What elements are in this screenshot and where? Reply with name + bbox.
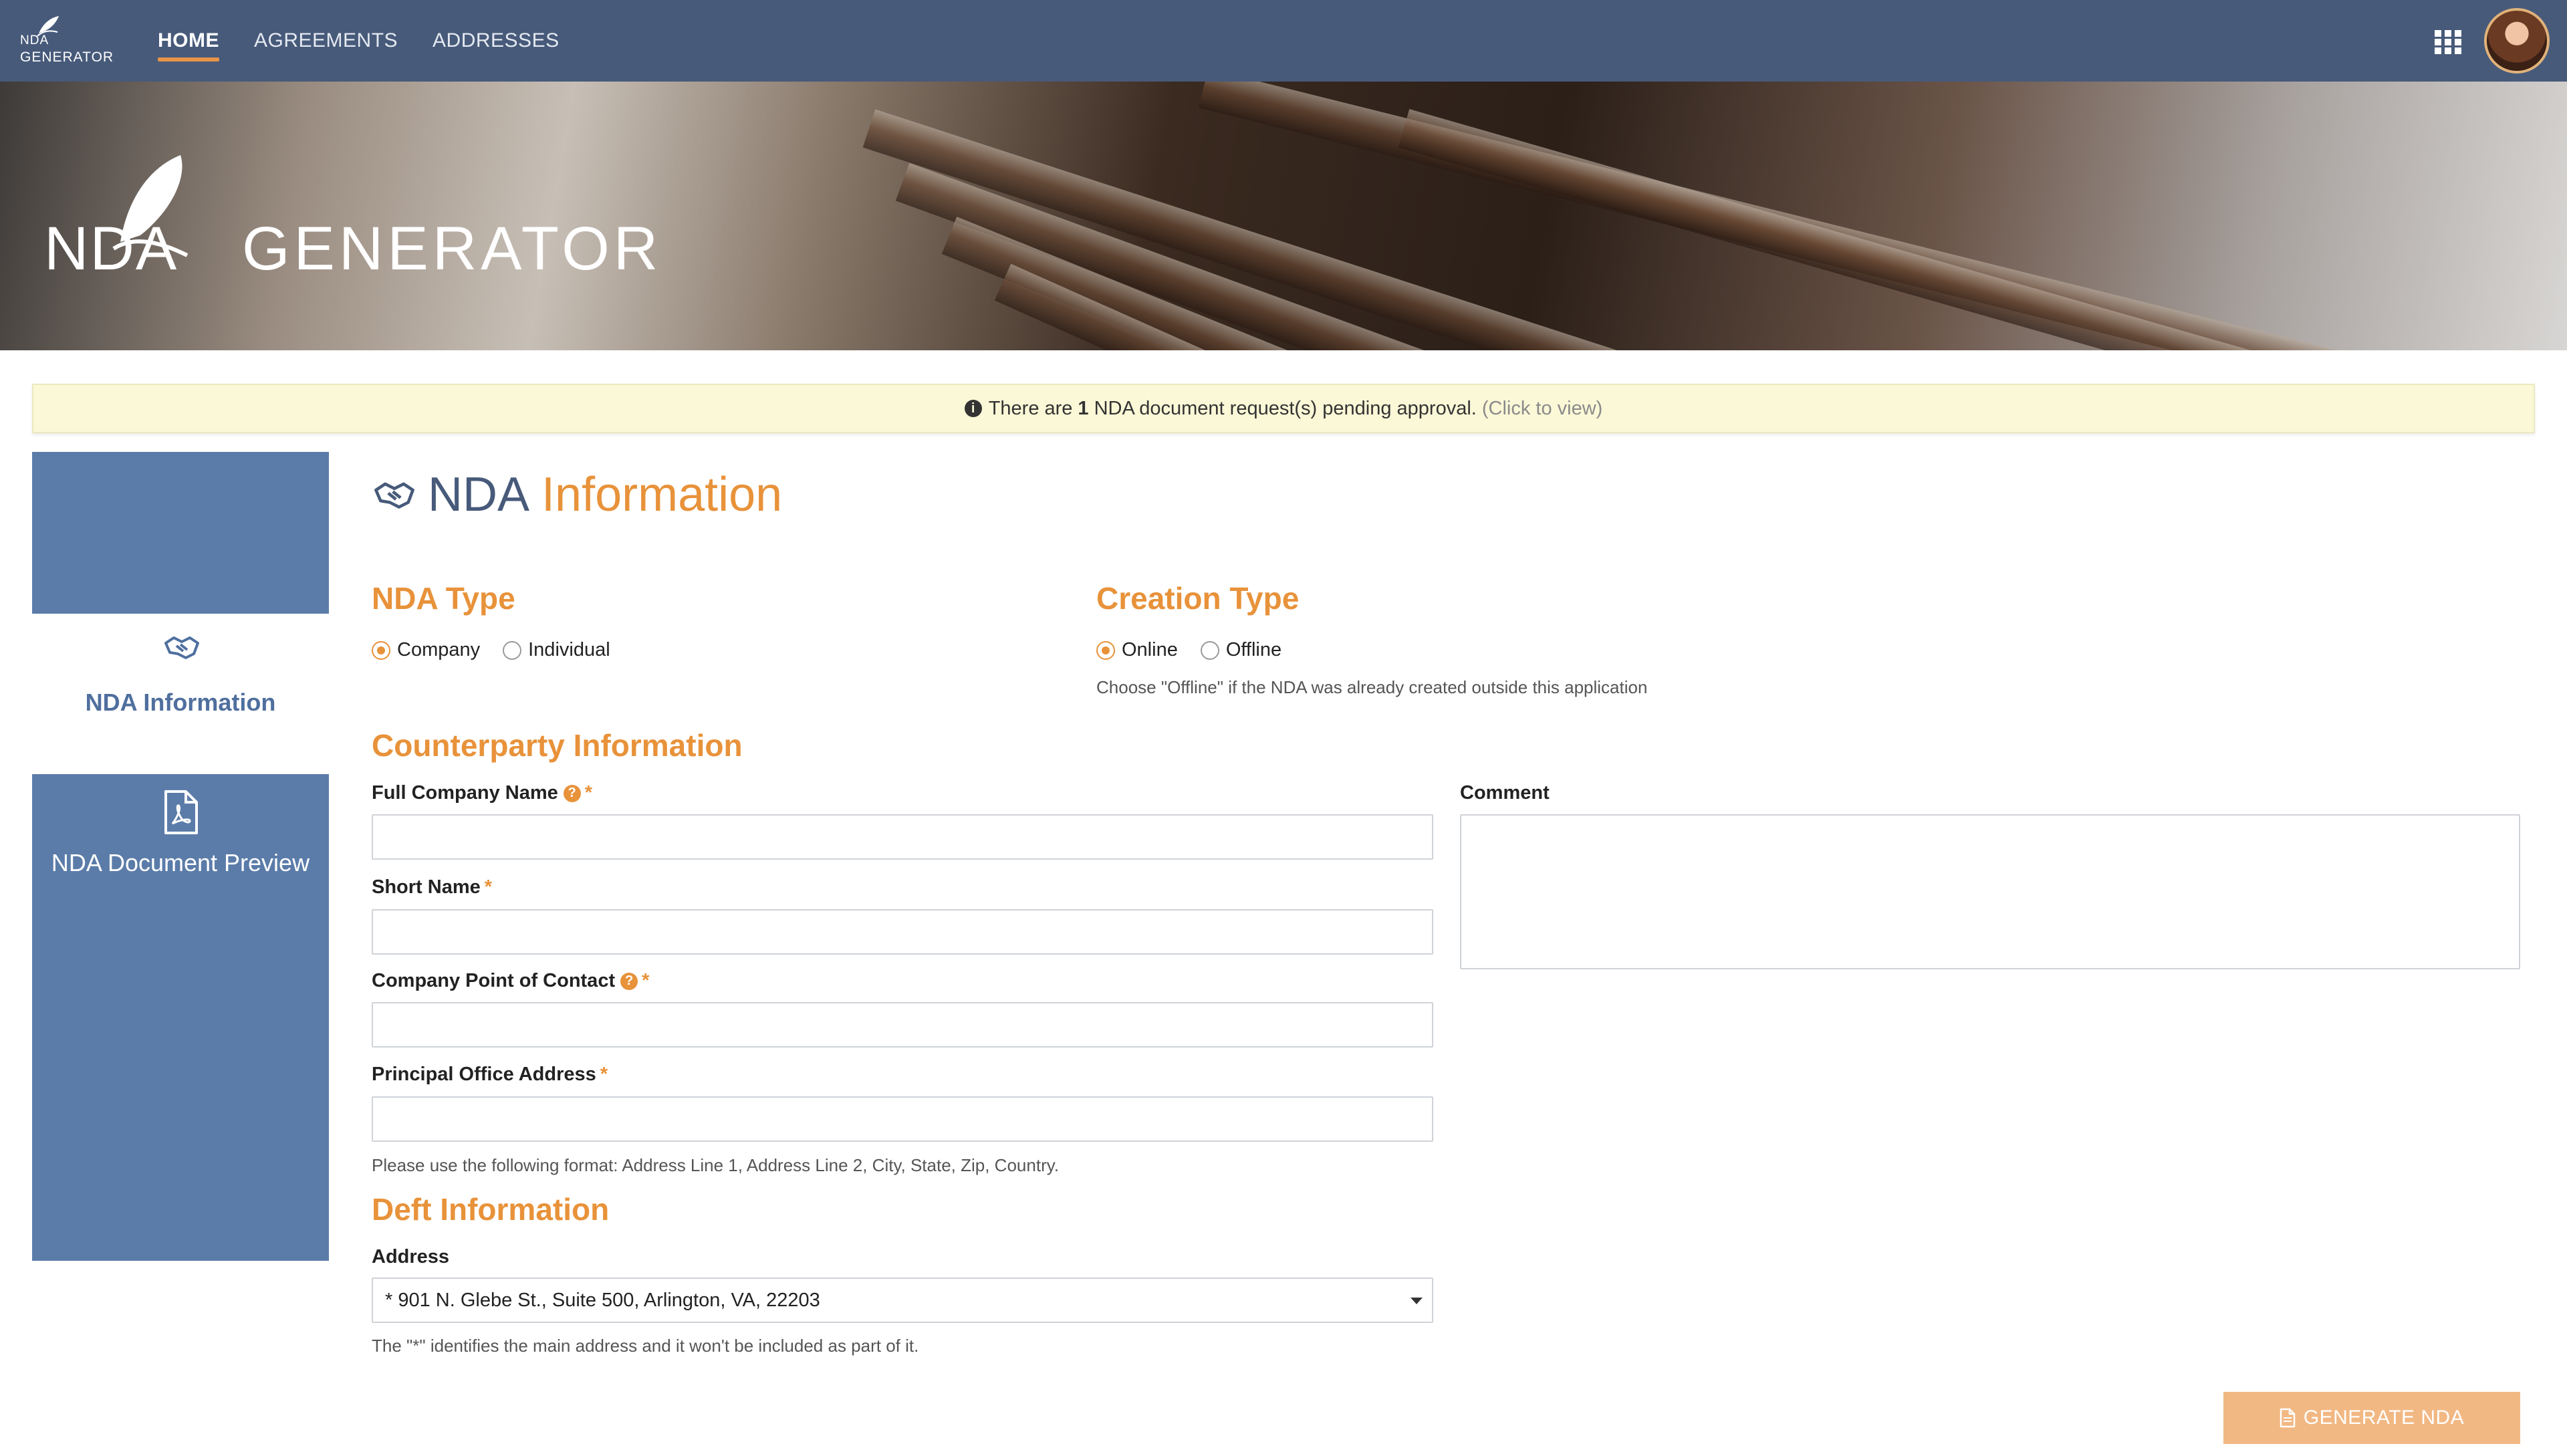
deft-info-title: Deft Information [372, 1192, 610, 1227]
info-icon: i [964, 400, 982, 417]
user-avatar[interactable] [2484, 8, 2550, 74]
deft-address-label: Address [372, 1246, 449, 1268]
radio-online-label[interactable]: Online [1122, 639, 1178, 661]
creation-type-hint: Choose "Offline" if the NDA was already … [1096, 677, 1648, 697]
field-label-text: Principal Office Address [372, 1064, 596, 1085]
help-icon[interactable]: ? [620, 972, 638, 990]
required-asterisk: * [600, 1064, 608, 1085]
handshake-icon [374, 482, 414, 509]
principal-office-hint: Please use the following format: Address… [372, 1155, 1060, 1175]
nav-addresses[interactable]: ADDRESSES [433, 24, 560, 57]
full-company-name-label: Full Company Name ? * [372, 782, 592, 804]
principal-office-input[interactable] [372, 1096, 1433, 1142]
radio-company-label[interactable]: Company [397, 639, 480, 661]
pdf-file-icon [164, 790, 198, 834]
full-company-name-input[interactable] [372, 814, 1433, 860]
field-label-text: Company Point of Contact [372, 970, 616, 991]
help-icon[interactable]: ? [563, 784, 581, 802]
sidebar-item-label: NDA Information [85, 689, 276, 716]
sidebar-item-nda-information[interactable]: NDA Information [32, 614, 329, 774]
required-asterisk: * [484, 876, 493, 898]
counterparty-title: Counterparty Information [372, 728, 743, 763]
page-title-secondary: Information [541, 468, 783, 521]
sidebar-header-block [32, 452, 329, 614]
select-value: * 901 N. Glebe St., Suite 500, Arlington… [385, 1289, 820, 1311]
generate-nda-label: GENERATE NDA [2303, 1407, 2465, 1429]
alert-count: 1 [1078, 397, 1089, 419]
field-label-text: Address [372, 1246, 450, 1267]
sidebar-item-nda-document-preview[interactable]: NDA Document Preview [32, 774, 329, 1261]
comment-label: Comment [1460, 782, 1550, 804]
logo-text-generator: GENERATOR [20, 49, 114, 65]
short-name-label: Short Name * [372, 876, 492, 898]
nda-type-radio-group: Company Individual [372, 639, 633, 661]
document-icon [2280, 1408, 2295, 1428]
radio-company[interactable] [372, 640, 390, 660]
chevron-down-icon [1411, 1298, 1423, 1304]
alert-message: NDA document request(s) pending approval… [1094, 397, 1477, 419]
logo-text-nda: NDA [20, 33, 49, 47]
nav-agreements[interactable]: AGREEMENTS [254, 24, 398, 57]
page-title: NDA Information [372, 468, 782, 521]
radio-individual-label[interactable]: Individual [528, 639, 610, 661]
principal-office-label: Principal Office Address * [372, 1064, 608, 1086]
field-label-text: Comment [1460, 782, 1550, 804]
pending-approval-alert[interactable]: i There are 1 NDA document request(s) pe… [32, 384, 2535, 433]
point-of-contact-label: Company Point of Contact ? * [372, 970, 649, 992]
radio-online[interactable] [1096, 640, 1115, 660]
creation-type-radio-group: Online Offline [1096, 639, 1304, 661]
radio-offline-label[interactable]: Offline [1226, 639, 1281, 661]
alert-click-link[interactable]: (Click to view) [1482, 398, 1602, 420]
grid-icon[interactable] [2433, 29, 2463, 55]
creation-type-title: Creation Type [1096, 581, 1300, 616]
point-of-contact-input[interactable] [372, 1002, 1433, 1048]
app-logo[interactable]: NDA GENERATOR [19, 15, 114, 68]
alert-prefix: There are [988, 397, 1073, 419]
required-asterisk: * [642, 970, 650, 991]
deft-address-select[interactable]: * 901 N. Glebe St., Suite 500, Arlington… [372, 1278, 1433, 1323]
required-asterisk: * [584, 782, 593, 804]
generate-nda-button[interactable]: GENERATE NDA [2223, 1392, 2520, 1444]
handshake-icon [164, 636, 199, 659]
page-title-primary: NDA [428, 468, 530, 521]
banner-title-nda: NDA [44, 215, 178, 283]
comment-textarea[interactable] [1460, 814, 2520, 969]
field-label-text: Full Company Name [372, 782, 558, 804]
banner-title-generator: GENERATOR [242, 215, 662, 283]
nda-type-title: NDA Type [372, 581, 515, 616]
top-navbar: NDA GENERATOR HOME AGREEMENTS ADDRESSES [0, 0, 2567, 82]
deft-address-hint: The "*" identifies the main address and … [372, 1336, 919, 1356]
field-label-text: Short Name [372, 876, 481, 898]
short-name-input[interactable] [372, 909, 1433, 955]
radio-offline[interactable] [1200, 640, 1219, 660]
radio-individual[interactable] [503, 640, 522, 660]
main-nav: HOME AGREEMENTS ADDRESSES [158, 0, 594, 82]
nav-home[interactable]: HOME [158, 24, 219, 62]
sidebar-item-label: NDA Document Preview [51, 849, 310, 876]
banner-folder-decoration [1398, 109, 2567, 350]
